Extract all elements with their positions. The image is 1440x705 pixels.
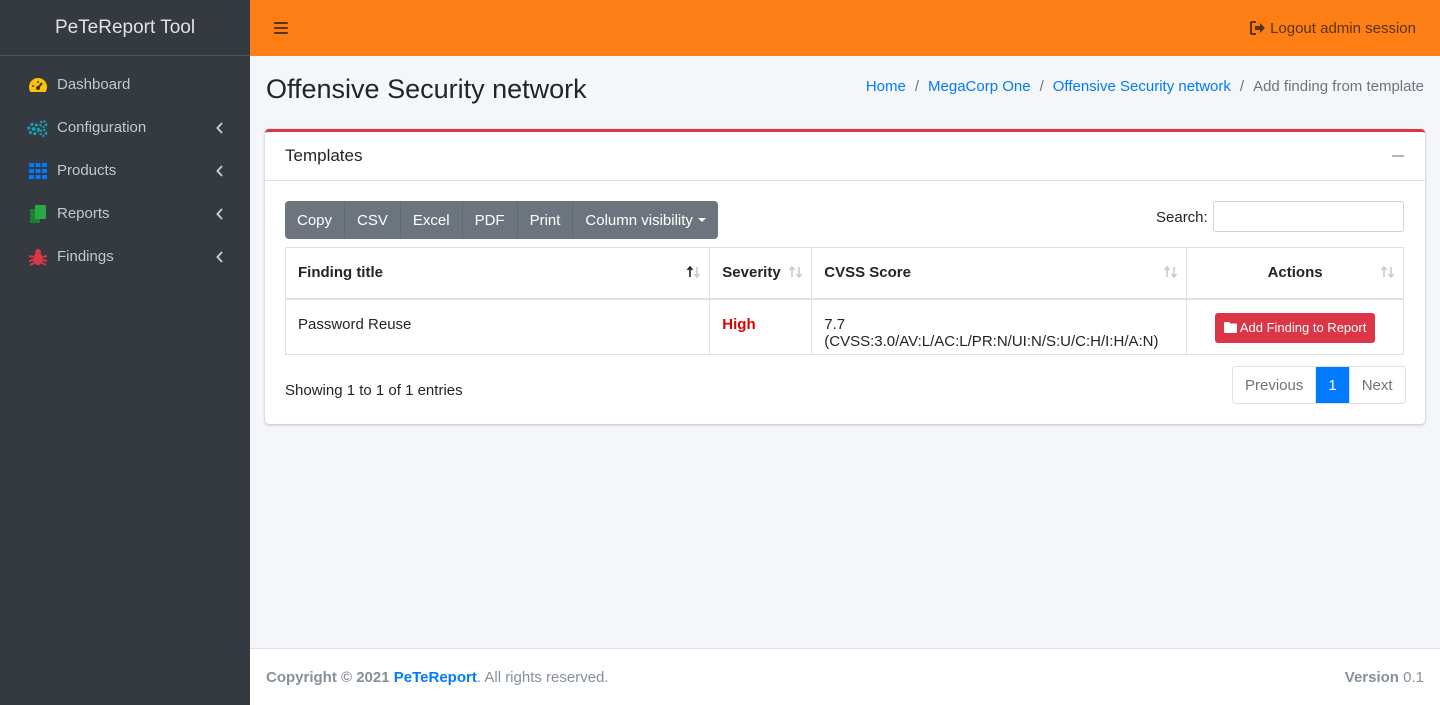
finding-title-cell: Password Reuse xyxy=(284,298,711,355)
sort-asc-icon xyxy=(687,266,701,278)
bug-icon xyxy=(27,248,48,266)
column-visibility-label: Column visibility xyxy=(585,211,693,229)
card-header: Templates xyxy=(265,132,1425,181)
sidebar-item-reports[interactable]: Reports xyxy=(0,192,250,235)
card-title: Templates xyxy=(285,146,363,165)
footer-version: Version 0.1 xyxy=(1345,669,1424,686)
column-header-label: CVSS Score xyxy=(824,264,911,282)
sidebar-item-label: Products xyxy=(57,162,117,179)
add-finding-label: Add Finding to Report xyxy=(1239,320,1367,335)
caret-down-icon xyxy=(697,218,706,222)
sort-icon xyxy=(1164,266,1178,278)
actions-cell: Add Finding to Report xyxy=(1186,298,1404,355)
search-input[interactable] xyxy=(1213,201,1404,232)
page-title: Offensive Security network xyxy=(266,74,587,104)
search-label: Search: xyxy=(1156,209,1208,226)
hamburger-menu-icon[interactable] xyxy=(274,22,288,34)
breadcrumb: Home / MegaCorp One / Offensive Security… xyxy=(866,78,1424,95)
column-visibility-button[interactable]: Column visibility xyxy=(573,201,718,239)
table-header-row: Finding title Severity CVSS Score Action… xyxy=(284,247,1404,300)
chevron-left-icon xyxy=(214,250,226,263)
copy-button[interactable]: Copy xyxy=(285,201,346,239)
sidebar: PeTeReport Tool Dashboard Configuration … xyxy=(0,0,250,705)
version-label: Version xyxy=(1344,668,1399,686)
brand-text: PeTeReport Tool xyxy=(54,16,196,38)
footer-brand-link[interactable]: PeTeReport xyxy=(394,669,477,686)
sidebar-item-findings[interactable]: Findings xyxy=(0,235,250,278)
pagination-previous[interactable]: Previous xyxy=(1233,367,1317,403)
sidebar-item-dashboard[interactable]: Dashboard xyxy=(0,63,250,106)
table-info: Showing 1 to 1 of 1 entries xyxy=(285,382,463,399)
breadcrumb-current: Add finding from template xyxy=(1253,78,1424,95)
excel-button[interactable]: Excel xyxy=(400,201,463,239)
breadcrumb-home[interactable]: Home xyxy=(866,78,906,95)
pagination-page-1[interactable]: 1 xyxy=(1316,367,1350,403)
grid-icon xyxy=(27,162,48,180)
sign-out-icon xyxy=(1250,21,1266,35)
brand-link[interactable]: PeTeReport Tool xyxy=(0,0,250,56)
tachometer-icon xyxy=(27,76,48,94)
column-header-label: Severity xyxy=(722,264,781,282)
chevron-left-icon xyxy=(214,207,226,220)
footer: Copyright © 2021 PeTeReport. All rights … xyxy=(250,648,1440,705)
breadcrumb-separator: / xyxy=(1039,78,1044,95)
sidebar-item-products[interactable]: Products xyxy=(0,149,250,192)
add-finding-to-report-button[interactable]: Add Finding to Report xyxy=(1214,312,1376,343)
export-button-group: Copy CSV Excel PDF Print Column visibili… xyxy=(285,201,718,239)
column-header-label: Finding title xyxy=(298,264,383,282)
column-header-label: Actions xyxy=(1267,264,1323,282)
pagination: Previous 1 Next xyxy=(1232,366,1406,404)
sidebar-item-label: Dashboard xyxy=(57,76,131,93)
sidebar-item-configuration[interactable]: Configuration xyxy=(0,106,250,149)
pagination-next[interactable]: Next xyxy=(1350,367,1405,403)
column-header-severity[interactable]: Severity xyxy=(709,247,813,300)
table-row: Password Reuse High 7.7 (CVSS:3.0/AV:L/A… xyxy=(284,298,1404,355)
version-number: 0.1 xyxy=(1403,668,1424,686)
print-button[interactable]: Print xyxy=(517,201,574,239)
column-header-cvss-score[interactable]: CVSS Score xyxy=(811,247,1188,300)
pdf-button[interactable]: PDF xyxy=(462,201,518,239)
sidebar-nav: Dashboard Configuration Products Reports xyxy=(0,56,250,278)
copy-icon xyxy=(27,204,48,223)
breadcrumb-separator: / xyxy=(914,78,920,95)
breadcrumb-customer[interactable]: MegaCorp One xyxy=(928,78,1031,95)
severity-cell: High xyxy=(709,298,813,355)
footer-rights: . All rights reserved. xyxy=(476,668,609,686)
sidebar-item-label: Findings xyxy=(57,248,114,265)
breadcrumb-report[interactable]: Offensive Security network xyxy=(1053,78,1231,95)
sidebar-item-label: Configuration xyxy=(57,119,147,136)
top-navbar: Logout admin session xyxy=(250,0,1440,56)
collapse-icon[interactable] xyxy=(1391,149,1405,163)
sort-icon xyxy=(789,266,803,278)
templates-card: Templates Copy CSV Excel PDF Print Colum… xyxy=(265,129,1425,424)
logout-link[interactable]: Logout admin session xyxy=(1250,20,1416,37)
column-header-actions[interactable]: Actions xyxy=(1186,247,1404,300)
sort-icon xyxy=(1381,266,1395,278)
sidebar-item-label: Reports xyxy=(57,205,110,222)
csv-button[interactable]: CSV xyxy=(345,201,401,239)
breadcrumb-separator: / xyxy=(1239,78,1245,95)
copyright-text: Copyright © 2021 xyxy=(266,668,390,686)
cogs-icon xyxy=(27,119,48,137)
logout-label: Logout admin session xyxy=(1270,19,1416,37)
templates-table: Finding title Severity CVSS Score Action… xyxy=(284,247,1404,355)
severity-badge: High xyxy=(722,315,756,333)
chevron-left-icon xyxy=(214,121,226,134)
column-header-finding-title[interactable]: Finding title xyxy=(284,247,711,300)
chevron-left-icon xyxy=(214,164,226,177)
folder-icon xyxy=(1223,322,1237,333)
cvss-cell: 7.7 (CVSS:3.0/AV:L/AC:L/PR:N/UI:N/S:U/C:… xyxy=(811,298,1188,355)
footer-copyright: Copyright © 2021 PeTeReport. All rights … xyxy=(266,669,609,686)
